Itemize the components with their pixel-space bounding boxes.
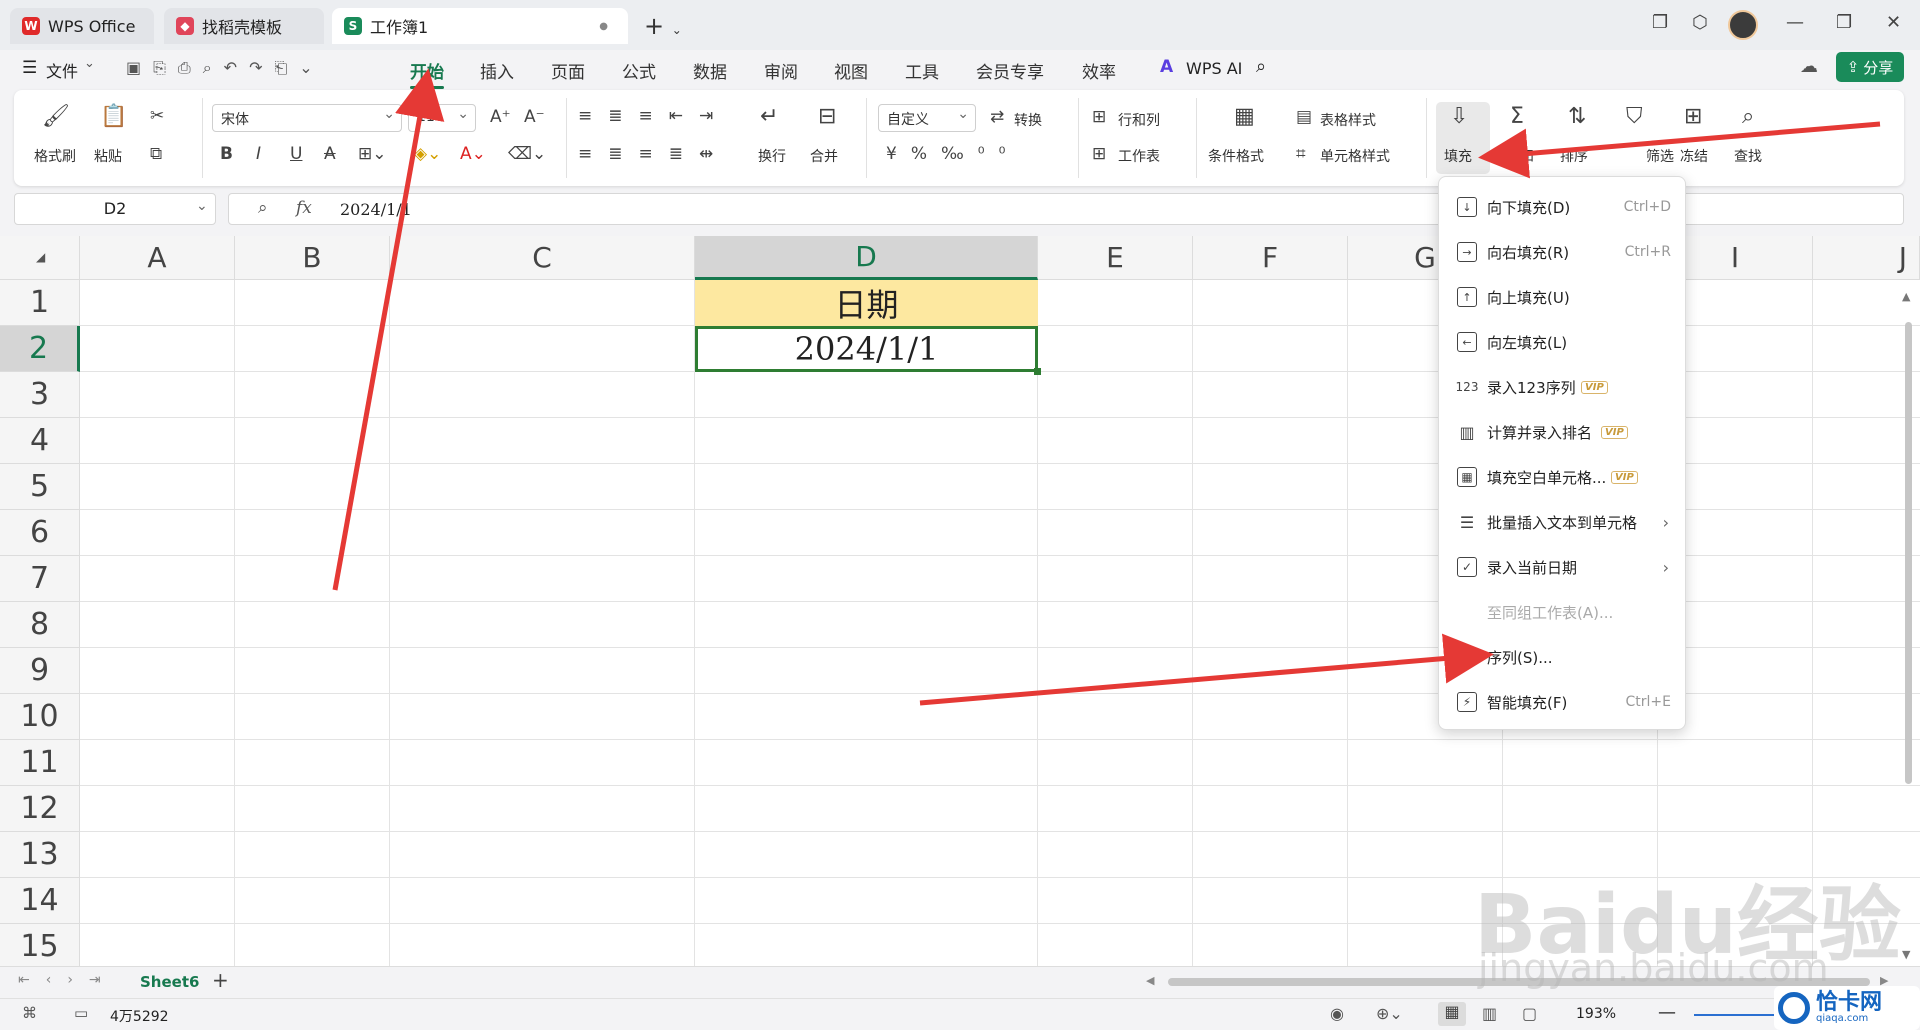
qiaqa-logo-url: qiaqa.com — [1816, 1013, 1869, 1025]
arrow-to-series-item — [919, 633, 1494, 706]
qiaqa-logo-text: 恰卡网 — [1816, 990, 1883, 1016]
qiaqa-logo: 恰卡网 qiaqa.com — [1774, 986, 1920, 1030]
arrow-to-fill-button — [1478, 121, 1881, 179]
qiaqa-logo-icon — [1778, 992, 1810, 1024]
baidu-watermark-url: jingyan.baidu.com — [1478, 946, 1829, 990]
arrow-to-start-menu — [332, 68, 445, 591]
